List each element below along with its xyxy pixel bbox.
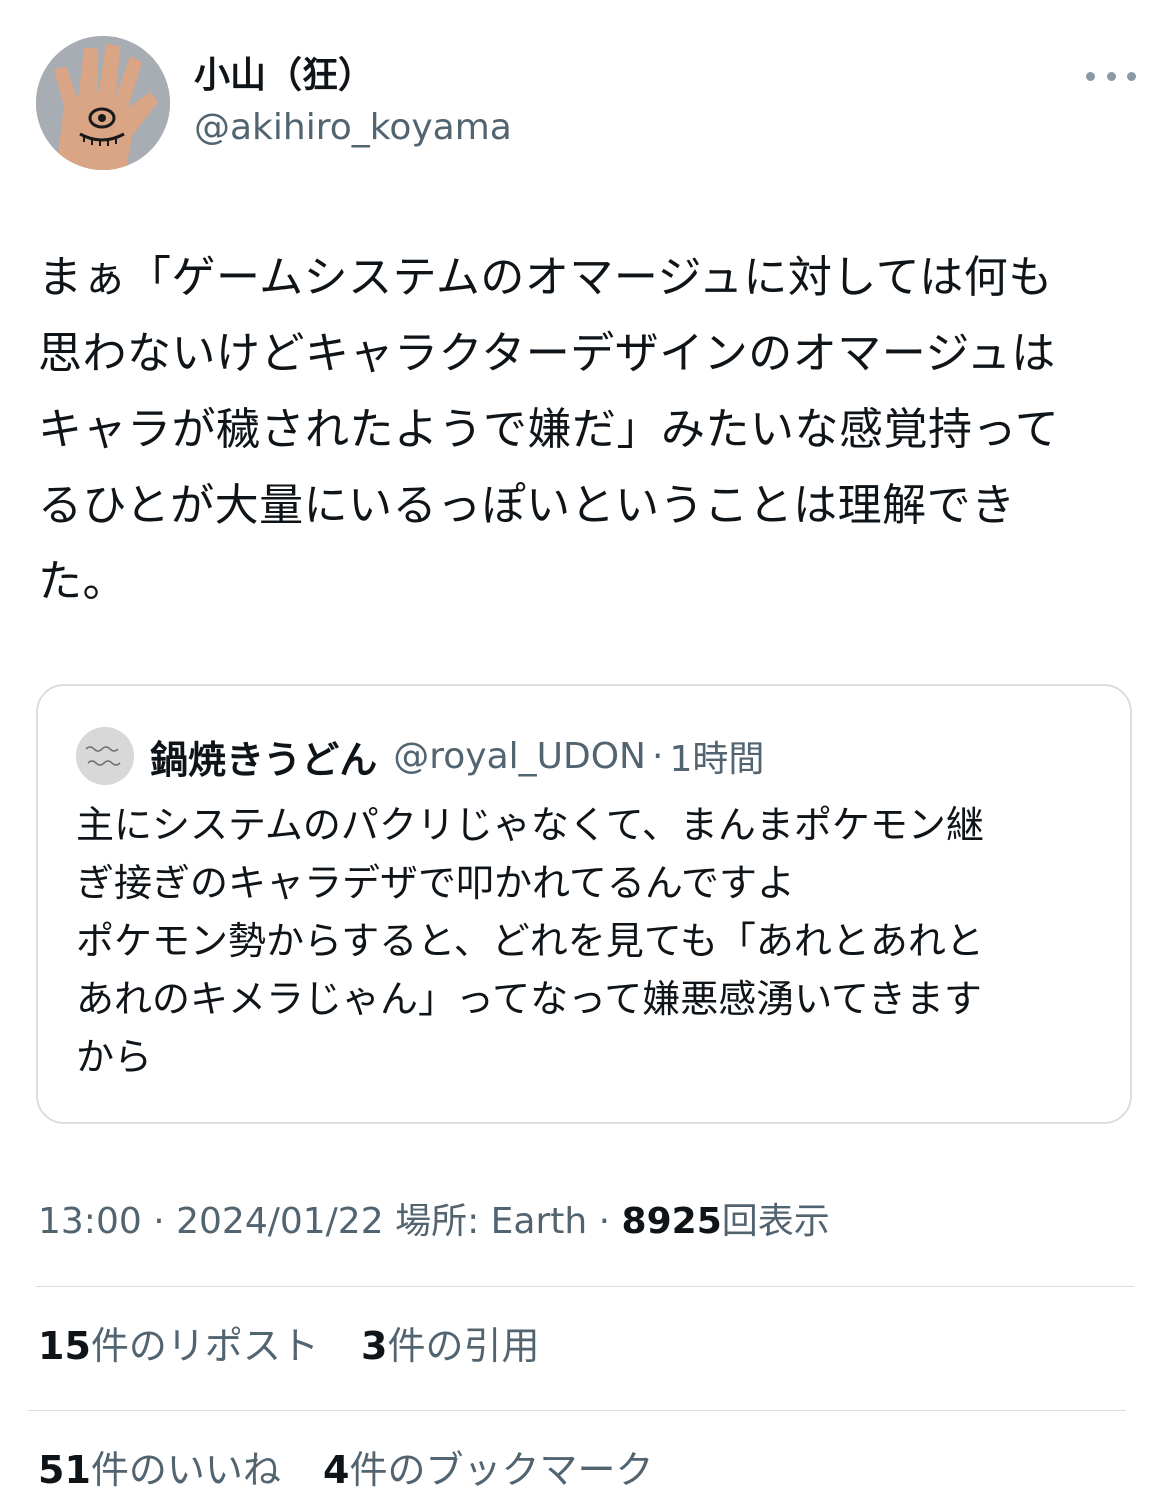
- repost-label: 件のリポスト: [90, 1324, 319, 1368]
- quoted-author-name[interactable]: 鍋焼きうどん: [150, 729, 377, 784]
- stats-row-1: 15件のリポスト 3件の引用: [38, 1318, 569, 1374]
- tweet-date[interactable]: 2024/01/22: [176, 1201, 384, 1242]
- bookmarks-stat[interactable]: 4件のブックマーク: [323, 1448, 653, 1492]
- repost-count: 15: [38, 1324, 91, 1368]
- tweet-time[interactable]: 13:00: [38, 1201, 142, 1242]
- dot: [1086, 71, 1095, 81]
- like-count: 51: [38, 1448, 91, 1492]
- likes-stat[interactable]: 51件のいいね: [38, 1448, 281, 1492]
- view-count: 8925: [621, 1201, 722, 1242]
- quoted-tweet-text: 主にシステムのパクリじゃなくて、まんまポケモン継 ぎ接ぎのキャラデザで叩かれてる…: [76, 803, 984, 1079]
- more-options-icon[interactable]: [1086, 56, 1136, 96]
- tweet-meta: 13:00 · 2024/01/22 場所: Earth · 8925回表示: [38, 1196, 830, 1248]
- author-display-name[interactable]: 小山（狂）: [194, 50, 512, 102]
- like-label: 件のいいね: [90, 1448, 281, 1492]
- stats-row-2: 51件のいいね 4件のブックマーク: [38, 1442, 683, 1498]
- bookmark-count: 4: [323, 1448, 350, 1492]
- quoted-author-handle[interactable]: @royal_UDON: [393, 736, 646, 777]
- author-names: 小山（狂） @akihiro_koyama: [194, 50, 512, 154]
- quote-count: 3: [361, 1324, 388, 1368]
- divider: [36, 1286, 1134, 1287]
- dot: [1127, 71, 1136, 81]
- reposts-stat[interactable]: 15件のリポスト: [38, 1324, 319, 1368]
- handwritten-avatar-icon: [76, 727, 134, 785]
- separator-dot: ·: [652, 735, 664, 777]
- tweet-body-text: まぁ「ゲームシステムのオマージュに対しては何も 思わないけどキャラクターデザイン…: [38, 252, 1060, 607]
- author-avatar[interactable]: [36, 36, 170, 170]
- divider: [28, 1410, 1126, 1411]
- quotes-stat[interactable]: 3件の引用: [361, 1324, 539, 1368]
- quote-label: 件の引用: [387, 1324, 540, 1368]
- bookmark-label: 件のブックマーク: [349, 1448, 654, 1492]
- separator-dot: ·: [153, 1201, 165, 1242]
- view-count-label: 回表示: [721, 1201, 830, 1242]
- quoted-author-avatar[interactable]: [76, 727, 134, 785]
- tweet-location: 場所: Earth: [395, 1201, 588, 1242]
- tweet-header: 小山（狂） @akihiro_koyama: [36, 36, 1136, 176]
- hand-eye-avatar-icon: [36, 36, 170, 170]
- quoted-tweet-time[interactable]: 1時間: [669, 730, 764, 782]
- quoted-tweet-card[interactable]: 鍋焼きうどん @royal_UDON · 1時間 主にシステムのパクリじゃなくて…: [36, 684, 1132, 1124]
- quoted-tweet-header: 鍋焼きうどん @royal_UDON · 1時間: [76, 726, 764, 786]
- dot: [1106, 71, 1116, 81]
- separator-dot: ·: [598, 1201, 611, 1242]
- author-handle[interactable]: @akihiro_koyama: [194, 102, 512, 154]
